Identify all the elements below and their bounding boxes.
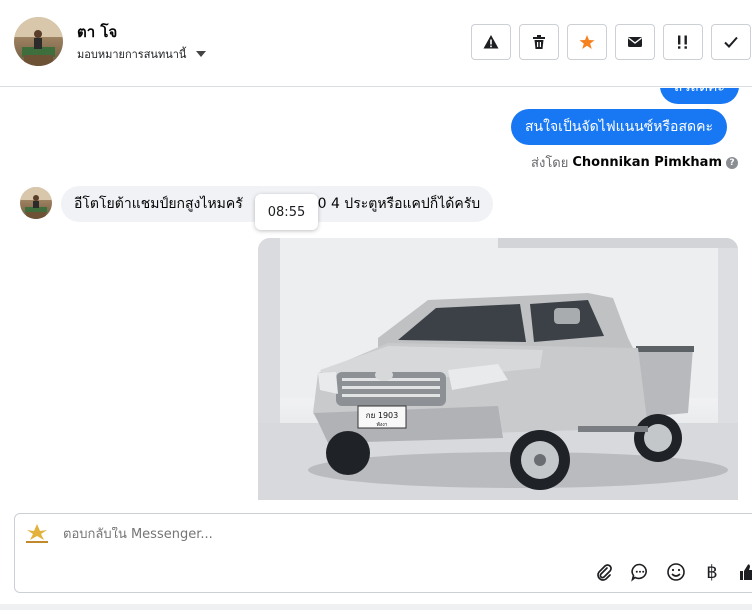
message-text: อีโตโยต้าแชมป์ยกสูงไหมครั — [74, 196, 243, 212]
saved-reply-icon[interactable] — [629, 561, 651, 583]
bottom-divider — [0, 604, 752, 610]
baht-payment-icon[interactable]: ฿ — [701, 561, 723, 583]
pickup-truck-image: กย 1903 พังงา — [258, 238, 738, 500]
reply-composer: ฿ — [14, 513, 752, 593]
outgoing-message-bubble[interactable]: สนใจเป็นจัดไฟแนนซ์หรือสดคะ — [511, 109, 727, 145]
license-plate-number: กย 1903 — [366, 411, 398, 420]
message-text-continued: 500 4 ประตูหรือแคปก็ได้ครับ — [299, 196, 481, 212]
assign-conversation-dropdown[interactable]: มอบหมายการสนทนานี้ — [77, 45, 207, 63]
chevron-down-icon — [196, 51, 207, 57]
attached-photo[interactable]: กย 1903 พังงา — [258, 238, 738, 500]
assign-label: มอบหมายการสนทนานี้ — [77, 48, 187, 61]
priority-button[interactable] — [663, 24, 703, 60]
mark-as-spam-button[interactable] — [471, 24, 511, 60]
question-icon[interactable]: ? — [726, 156, 738, 169]
mark-done-button[interactable] — [711, 24, 751, 60]
paperclip-icon[interactable] — [593, 561, 615, 583]
delete-button[interactable] — [519, 24, 559, 60]
outgoing-message-bubble[interactable]: สวัสดีคะ — [660, 88, 739, 104]
message-text: สนใจเป็นจัดไฟแนนซ์หรือสดคะ — [525, 119, 713, 135]
license-plate-province: พังงา — [377, 422, 388, 428]
check-icon — [724, 36, 738, 48]
timestamp-tooltip: 08:55 — [255, 194, 318, 230]
trash-icon — [533, 35, 545, 49]
sender-name: Chonnikan Pimkham — [572, 155, 722, 170]
message-thread[interactable]: สวัสดีคะ สนใจเป็นจัดไฟแนนซ์หรือสดคะ ส่งโ… — [0, 88, 752, 500]
emoji-icon[interactable] — [665, 561, 687, 583]
contact-avatar[interactable] — [14, 17, 63, 66]
message-text: สวัสดีคะ — [674, 88, 725, 98]
page-logo — [23, 522, 51, 544]
follow-up-star-button[interactable] — [567, 24, 607, 60]
thumbs-up-icon[interactable] — [737, 561, 752, 583]
mark-unread-button[interactable] — [615, 24, 655, 60]
alert-triangle-icon — [483, 35, 499, 49]
envelope-icon — [628, 37, 642, 47]
priority-icon — [678, 34, 687, 49]
conversation-header: ตา โจ มอบหมายการสนทนานี้ — [0, 0, 752, 87]
star-icon — [579, 35, 595, 49]
sent-by-label: ส่งโดย Chonnikan Pimkham ? — [531, 152, 738, 173]
contact-name: ตา โจ — [77, 23, 118, 41]
reply-input[interactable] — [63, 527, 663, 542]
contact-avatar-small[interactable] — [20, 187, 52, 219]
sent-by-prefix: ส่งโดย — [531, 156, 569, 171]
